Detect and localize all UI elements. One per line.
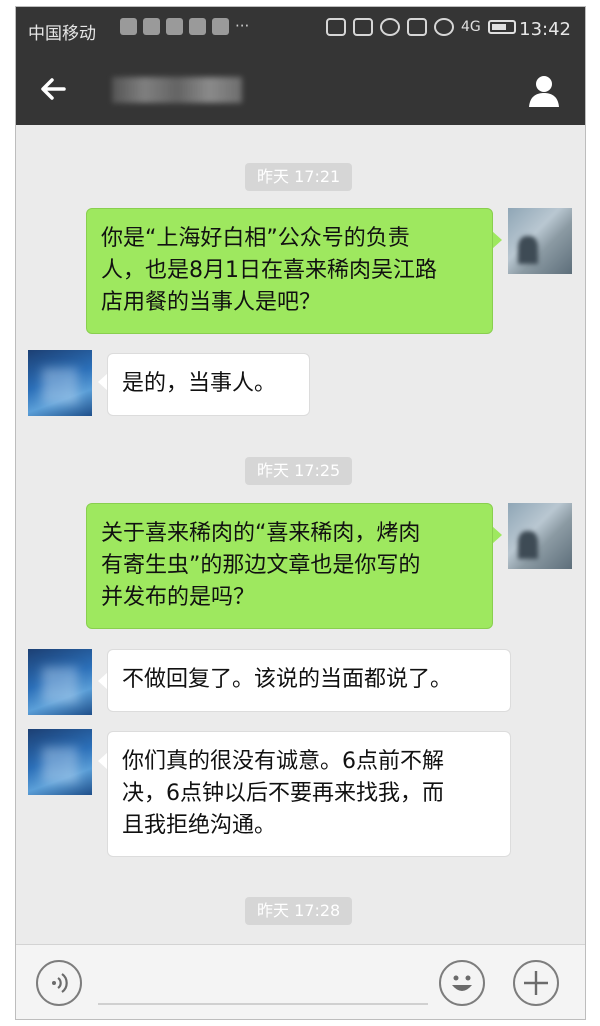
back-button[interactable] [34, 71, 74, 107]
bubble-tail [492, 526, 502, 544]
timestamp: 昨天 17:21 [245, 163, 353, 191]
clock: 13:42 [519, 19, 571, 40]
weibo-icon [189, 17, 206, 35]
message-bubble-sent[interactable]: 关于喜来稀肉的“喜来稀肉，烤肉 有寄生虫”的那边文章也是你写的 并发布的是吗？ [86, 503, 493, 629]
person-icon [529, 76, 559, 107]
chat-header [16, 53, 585, 125]
carrier-label: 中国移动 [28, 24, 96, 44]
alarm-icon [380, 18, 400, 36]
app-icon [143, 17, 160, 35]
timestamp: 昨天 17:28 [245, 897, 353, 925]
message-text: 人，也是8月1日在喜来稀肉吴江路 [101, 258, 437, 283]
message-text: 是的，当事人。 [122, 371, 277, 396]
voice-button[interactable] [36, 960, 82, 1006]
input-bar [16, 944, 585, 1019]
message-bubble-sent[interactable]: 你是“上海好白相”公众号的负责 人，也是8月1日在喜来稀肉吴江路 店用餐的当事人… [86, 208, 493, 334]
message-text: 店用餐的当事人是吧？ [101, 290, 322, 315]
message-text: 有寄生虫”的那边文章也是你写的 [101, 553, 421, 578]
heart-icon [120, 17, 137, 35]
more-notifications-icon: ··· [235, 17, 250, 35]
message-text: 不做回复了。该说的当面都说了。 [122, 667, 453, 692]
more-button[interactable] [513, 960, 559, 1006]
message-text: 关于喜来稀肉的“喜来稀肉，烤肉 [101, 521, 421, 546]
vibrate-icon [353, 18, 373, 36]
arrow-left-icon [41, 78, 66, 100]
timestamp: 昨天 17:25 [245, 457, 353, 485]
message-bubble-received[interactable]: 是的，当事人。 [107, 353, 310, 416]
plus-icon [524, 971, 548, 995]
battery-icon [487, 20, 516, 34]
nfc-icon [326, 18, 346, 36]
notification-icons: ··· [120, 17, 249, 35]
voice-icon [52, 973, 68, 993]
contact-avatar[interactable] [28, 729, 92, 795]
hd-icon [407, 18, 427, 36]
signal-icon: 4G [461, 19, 481, 35]
contact-name-redacted [112, 77, 242, 103]
emoji-button[interactable] [439, 960, 485, 1006]
profile-button[interactable] [524, 73, 564, 109]
my-avatar[interactable] [508, 503, 572, 569]
message-bubble-received[interactable]: 不做回复了。该说的当面都说了。 [107, 649, 511, 712]
message-text: 你们真的很没有诚意。6点前不解 [122, 749, 444, 774]
message-text: 决，6点钟以后不要再来找我，而 [122, 781, 444, 806]
system-icons: 4G [326, 18, 516, 36]
album-icon [212, 17, 229, 35]
message-bubble-received[interactable]: 你们真的很没有诚意。6点前不解 决，6点钟以后不要再来找我，而 且我拒绝沟通。 [107, 731, 511, 857]
message-text: 且我拒绝沟通。 [122, 813, 277, 838]
eye-icon [434, 18, 454, 36]
my-avatar[interactable] [508, 208, 572, 274]
play-icon [166, 17, 183, 35]
contact-avatar[interactable] [28, 649, 92, 715]
phone-screen: 中国移动 ··· 4G 13:42 昨天 17:21 你是“上海好白相”公众号的… [15, 6, 586, 1020]
contact-avatar[interactable] [28, 350, 92, 416]
bubble-tail [492, 231, 502, 249]
status-bar: 中国移动 ··· 4G 13:42 [16, 7, 585, 53]
message-text: 并发布的是吗？ [101, 585, 256, 610]
emoji-icon [452, 975, 472, 991]
message-text: 你是“上海好白相”公众号的负责 [101, 226, 410, 251]
message-input[interactable] [98, 1003, 428, 1005]
